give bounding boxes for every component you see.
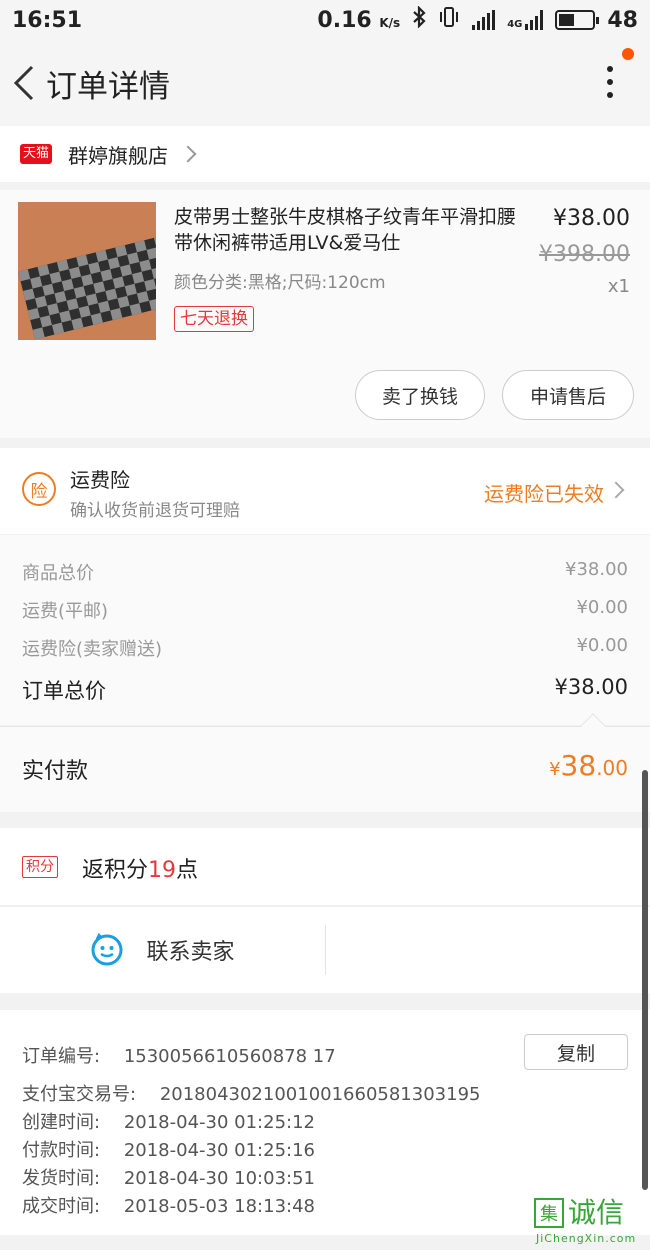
shipping-insurance-row[interactable]: 险 运费险 确认收货前退货可理赔 运费险已失效 xyxy=(0,448,650,534)
contact-seller-button[interactable]: 联系卖家 xyxy=(0,907,325,993)
product-title[interactable]: 皮带男士整张牛皮棋格子纹青年平滑扣腰带休闲裤带适用LV&爱马仕 xyxy=(174,204,524,256)
alipay-value: 2018043021001001660581303195 xyxy=(159,1084,481,1105)
copy-button[interactable]: 复制 xyxy=(524,1034,628,1070)
points-prefix: 返积分 xyxy=(82,858,149,883)
title-bar: 订单详情 xyxy=(0,40,650,126)
order-number-value: 1530056610560878 17 xyxy=(123,1046,336,1067)
summary-label: 商品总价 xyxy=(22,563,94,584)
network-type-label: 4G xyxy=(507,19,523,30)
paid-time-row: 付款时间: 2018-04-30 01:25:16 xyxy=(22,1136,315,1162)
paid-time-label: 付款时间: xyxy=(22,1140,101,1161)
order-total-value: ¥38.00 xyxy=(554,675,628,699)
status-time: 16:51 xyxy=(12,7,83,33)
points-badge: 积分 xyxy=(22,856,58,878)
battery-level: 48 xyxy=(607,7,638,33)
product-price: ¥38.00 xyxy=(553,206,630,231)
network-type: 4G xyxy=(507,10,544,30)
belt-image xyxy=(18,230,156,340)
signal-icon xyxy=(472,10,496,30)
vibrate-icon xyxy=(438,6,460,34)
chevron-right-icon xyxy=(179,145,197,163)
watermark-logo: 集 xyxy=(534,1198,564,1228)
divider xyxy=(325,925,326,975)
shipped-time-value: 2018-04-30 10:03:51 xyxy=(123,1168,315,1189)
summary-row: 运费险(卖家赠送) ¥0.00 xyxy=(22,635,628,661)
tmall-badge: 天猫 xyxy=(20,144,53,164)
shop-name: 群婷旗舰店 xyxy=(68,143,169,168)
status-bar: 16:51 0.16 K/s 4G 48 xyxy=(0,0,650,40)
status-right-group: 0.16 K/s 4G 48 xyxy=(317,5,638,34)
insurance-title: 运费险 xyxy=(70,468,130,492)
order-item: 皮带男士整张牛皮棋格子纹青年平滑扣腰带休闲裤带适用LV&爱马仕 颜色分类:黑格;… xyxy=(0,190,650,438)
completed-time-label: 成交时间: xyxy=(22,1196,101,1217)
paid-time-value: 2018-04-30 01:25:16 xyxy=(123,1140,315,1161)
summary-row: 运费(平邮) ¥0.00 xyxy=(22,597,628,623)
battery-icon xyxy=(555,10,600,30)
chat-smiley-icon xyxy=(90,932,124,967)
product-quantity: x1 xyxy=(607,276,630,297)
bluetooth-icon xyxy=(412,5,426,34)
amount-paid-row: 实付款 ¥38.00 xyxy=(0,713,650,812)
original-price: ¥398.00 xyxy=(539,242,630,267)
price-summary: 商品总价 ¥38.00 运费(平邮) ¥0.00 运费险(卖家赠送) ¥0.00… xyxy=(0,535,650,725)
completed-time-value: 2018-05-03 18:13:48 xyxy=(123,1196,315,1217)
insurance-status: 运费险已失效 xyxy=(484,482,604,506)
page-title: 订单详情 xyxy=(46,68,170,105)
watermark-url: JiChengXin.com xyxy=(536,1232,637,1245)
more-vertical-icon[interactable] xyxy=(600,66,620,106)
insurance-icon: 险 xyxy=(22,472,56,506)
network-speed-value: 0.16 xyxy=(317,7,372,33)
summary-row: 商品总价 ¥38.00 xyxy=(22,559,628,585)
summary-value: ¥0.00 xyxy=(576,635,628,656)
points-row: 积分 返积分19点 xyxy=(0,828,650,906)
completed-time-row: 成交时间: 2018-05-03 18:13:48 xyxy=(22,1192,315,1218)
after-sale-button[interactable]: 申请售后 xyxy=(502,370,634,420)
network-speed: 0.16 K/s xyxy=(317,8,400,33)
mobile-signal-icon xyxy=(525,10,544,30)
created-time-value: 2018-04-30 01:25:12 xyxy=(123,1112,315,1133)
refund-policy-tag: 七天退换 xyxy=(174,306,254,332)
contact-row: 联系卖家 xyxy=(0,907,650,993)
points-value: 19 xyxy=(148,858,177,883)
alipay-label: 支付宝交易号: xyxy=(22,1084,137,1105)
watermark: 集 诚信 JiChengXin.com xyxy=(532,1198,650,1250)
summary-value: ¥38.00 xyxy=(565,559,628,580)
points-text: 返积分19点 xyxy=(82,852,198,884)
order-number-label: 订单编号: xyxy=(22,1046,101,1067)
amount-paid-label: 实付款 xyxy=(22,759,89,784)
amount-paid-decimal: .00 xyxy=(596,756,628,780)
network-speed-unit: K/s xyxy=(379,15,401,30)
summary-label: 运费险(卖家赠送) xyxy=(22,639,163,660)
scrollbar[interactable] xyxy=(642,770,648,1190)
chevron-right-icon xyxy=(607,481,625,499)
notification-dot xyxy=(622,48,634,60)
alipay-row: 支付宝交易号: 2018043021001001660581303195 xyxy=(22,1080,480,1106)
chevron-left-icon[interactable] xyxy=(4,40,44,126)
shipped-time-label: 发货时间: xyxy=(22,1168,101,1189)
battery-fill xyxy=(559,14,575,26)
order-total-label: 订单总价 xyxy=(22,679,106,703)
product-thumbnail[interactable] xyxy=(18,202,156,340)
amount-paid-value: ¥38.00 xyxy=(549,749,628,782)
amount-paid-integer: 38 xyxy=(560,749,597,782)
created-time-row: 创建时间: 2018-04-30 01:25:12 xyxy=(22,1108,315,1134)
product-spec: 颜色分类:黑格;尺码:120cm xyxy=(174,273,386,293)
shipped-time-row: 发货时间: 2018-04-30 10:03:51 xyxy=(22,1164,315,1190)
contact-seller-label: 联系卖家 xyxy=(146,940,235,965)
created-time-label: 创建时间: xyxy=(22,1112,101,1133)
sell-button[interactable]: 卖了换钱 xyxy=(355,370,485,420)
order-total-row: 订单总价 ¥38.00 xyxy=(22,675,628,705)
summary-label: 运费(平邮) xyxy=(22,601,109,622)
insurance-subtitle: 确认收货前退货可理赔 xyxy=(70,501,240,521)
points-suffix: 点 xyxy=(176,858,199,883)
summary-value: ¥0.00 xyxy=(576,597,628,618)
shop-row[interactable]: 天猫 群婷旗舰店 xyxy=(0,126,650,182)
watermark-text: 诚信 xyxy=(568,1196,625,1229)
amount-paid-currency: ¥ xyxy=(549,759,561,780)
order-number-row: 订单编号: 1530056610560878 17 xyxy=(22,1042,336,1068)
